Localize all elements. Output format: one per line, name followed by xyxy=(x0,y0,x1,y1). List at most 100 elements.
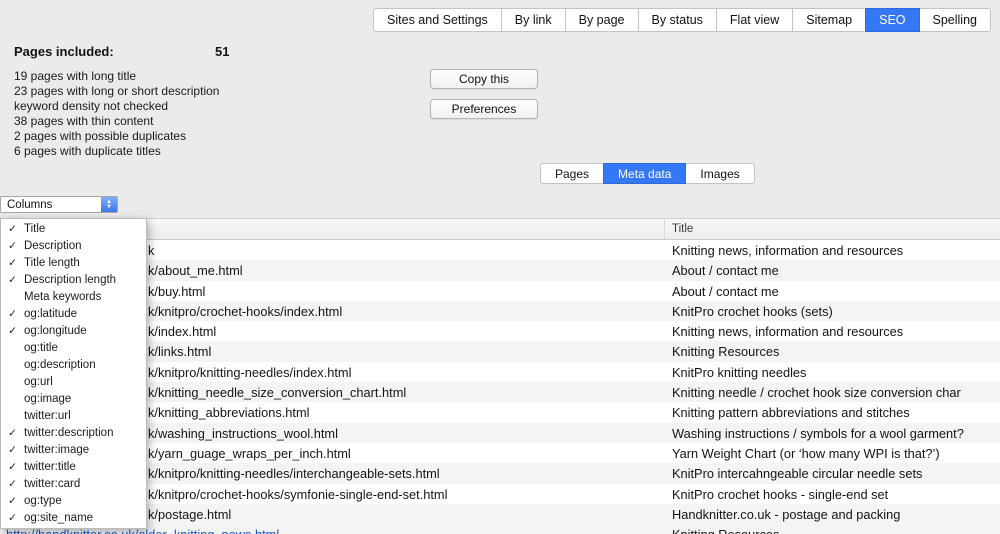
tab-sites-and-settings[interactable]: Sites and Settings xyxy=(373,8,502,32)
tab-by-status[interactable]: By status xyxy=(638,8,717,32)
menu-item-twitter-description[interactable]: ✓twitter:description xyxy=(1,425,146,442)
segment-images[interactable]: Images xyxy=(685,163,754,184)
menu-item-meta-keywords[interactable]: Meta keywords xyxy=(1,288,146,305)
menu-item-twitter-title[interactable]: ✓ twitter:title xyxy=(1,459,146,476)
menu-item-og-longitude[interactable]: ✓ og:longitude xyxy=(1,322,146,339)
menu-item-twitter-card[interactable]: ✓twitter:card xyxy=(1,476,146,493)
table-row[interactable]: k/washing_instructions_wool.html Washing … xyxy=(0,423,1000,443)
menu-item-og-description[interactable]: og:description xyxy=(1,356,146,373)
menu-item-label: Title length xyxy=(24,257,80,269)
menu-item-label: Description length xyxy=(24,274,116,286)
meta-data-table: k Knitting news, information and resource… xyxy=(0,240,1000,534)
copy-this-button[interactable]: Copy this xyxy=(430,69,538,89)
summary-line: 38 pages with thin content xyxy=(14,114,334,129)
segment-meta-data[interactable]: Meta data xyxy=(603,163,686,184)
menu-item-twitter-image[interactable]: ✓ twitter:image xyxy=(1,442,146,459)
menu-item-description[interactable]: ✓Description xyxy=(1,237,146,254)
menu-item-description-length[interactable]: ✓ Description length xyxy=(1,271,146,288)
tab-seo[interactable]: SEO xyxy=(865,8,919,32)
menu-item-label: og:latitude xyxy=(24,308,77,320)
tab-by-link[interactable]: By link xyxy=(501,8,566,32)
checkmark-icon: ✓ xyxy=(5,512,20,524)
title-cell: Yarn Weight Chart (or ‘how many WPI is t… xyxy=(672,446,940,461)
tab-by-page[interactable]: By page xyxy=(565,8,639,32)
title-cell: Knitting news, information and resources xyxy=(672,324,903,339)
data-view-segments: PagesMeta dataImages xyxy=(540,163,755,184)
columns-dropdown[interactable]: Columns ▲▼ xyxy=(0,196,118,213)
checkmark-icon: ✓ xyxy=(5,325,20,337)
columns-menu: ✓Title✓Description✓Title length✓Descript… xyxy=(0,218,147,529)
url-cell: k/knitpro/crochet-hooks/symfonie-single-… xyxy=(148,487,447,502)
menu-item-label: twitter:url xyxy=(24,410,71,422)
url-cell: k xyxy=(148,243,154,258)
menu-item-twitter-url[interactable]: twitter:url xyxy=(1,408,146,425)
menu-item-label: og:longitude xyxy=(24,325,87,337)
menu-item-title[interactable]: ✓Title xyxy=(1,220,146,237)
table-header: Title xyxy=(0,218,1000,240)
menu-item-label: og:image xyxy=(24,393,71,405)
url-cell: k/knitting_needle_size_conversion_chart.… xyxy=(148,385,406,400)
table-row[interactable]: k/index.htmlKnitting news, information a… xyxy=(0,321,1000,341)
checkmark-icon: ✓ xyxy=(5,240,20,252)
segment-pages[interactable]: Pages xyxy=(540,163,604,184)
table-row[interactable]: k/knitpro/crochet-hooks/symfonie-single-… xyxy=(0,484,1000,504)
checkmark-icon: ✓ xyxy=(5,444,20,456)
menu-item-og-site-name[interactable]: ✓og:site_name xyxy=(1,510,146,527)
tab-sitemap[interactable]: Sitemap xyxy=(792,8,866,32)
menu-item-label: twitter:title xyxy=(24,461,76,473)
checkmark-icon: ✓ xyxy=(5,274,20,286)
url-cell: k/buy.html xyxy=(148,284,205,299)
column-header-title[interactable]: Title xyxy=(672,223,693,235)
summary-line: 23 pages with long or short description xyxy=(14,84,334,99)
table-row[interactable]: k/buy.htmlAbout / contact me xyxy=(0,281,1000,301)
checkmark-icon: ✓ xyxy=(5,461,20,473)
url-cell: k/links.html xyxy=(148,344,211,359)
column-divider xyxy=(664,219,665,239)
url-cell: k/about_me.html xyxy=(148,263,243,278)
table-row-partial[interactable]: http://handknitter.co.uk/older_knitting_… xyxy=(0,524,1000,534)
table-row[interactable]: k/knitpro/crochet-hooks/index.htmlKnitPr… xyxy=(0,301,1000,321)
menu-item-label: og:type xyxy=(24,495,62,507)
app-window: Sites and SettingsBy linkBy pageBy statu… xyxy=(0,0,1000,534)
pages-included-label: Pages included: xyxy=(14,44,114,59)
menu-item-title-length[interactable]: ✓Title length xyxy=(1,254,146,271)
checkmark-icon: ✓ xyxy=(5,478,20,490)
url-cell: k/knitpro/knitting-needles/index.html xyxy=(148,365,351,380)
title-cell: Handknitter.co.uk - postage and packing xyxy=(672,507,900,522)
table-row[interactable]: k Knitting news, information and resource… xyxy=(0,240,1000,260)
menu-item-label: og:url xyxy=(24,376,53,388)
preferences-button[interactable]: Preferences xyxy=(430,99,538,119)
table-row[interactable]: k/knitpro/knitting-needles/interchangeab… xyxy=(0,463,1000,483)
menu-item-og-url[interactable]: og:url xyxy=(1,373,146,390)
url-cell: k/knitting_abbreviations.html xyxy=(148,405,309,420)
title-cell: Knitting pattern abbreviations and stitc… xyxy=(672,405,910,420)
menu-item-og-latitude[interactable]: ✓og:latitude xyxy=(1,305,146,322)
checkmark-icon: ✓ xyxy=(5,495,20,507)
url-cell: k/washing_instructions_wool.html xyxy=(148,426,338,441)
title-cell: About / contact me xyxy=(672,263,779,278)
summary-header: Pages included: 51 xyxy=(14,44,334,60)
table-row[interactable]: k/knitting_needle_size_conversion_chart.… xyxy=(0,382,1000,402)
title-cell: Knitting news, information and resources xyxy=(672,243,903,258)
tab-spelling[interactable]: Spelling xyxy=(919,8,991,32)
table-row[interactable]: k/links.html Knitting Resources xyxy=(0,341,1000,361)
table-row[interactable]: k/knitting_abbreviations.html Knitting pa… xyxy=(0,402,1000,422)
table-row[interactable]: k/yarn_guage_wraps_per_inch.htmlYarn Wei… xyxy=(0,443,1000,463)
menu-item-label: twitter:image xyxy=(24,444,89,456)
tab-flat-view[interactable]: Flat view xyxy=(716,8,793,32)
columns-dropdown-label: Columns xyxy=(7,199,52,211)
menu-item-og-type[interactable]: ✓ og:type xyxy=(1,493,146,510)
title-cell: KnitPro knitting needles xyxy=(672,365,806,380)
summary-line: keyword density not checked xyxy=(14,99,334,114)
menu-item-label: og:description xyxy=(24,359,96,371)
menu-item-og-title[interactable]: og:title xyxy=(1,339,146,356)
table-row[interactable]: k/postage.htmlHandknitter.co.uk - postag… xyxy=(0,504,1000,524)
menu-item-label: Title xyxy=(24,223,45,235)
title-cell: Washing instructions / symbols for a woo… xyxy=(672,426,964,441)
title-cell: Knitting Resources xyxy=(672,344,779,359)
summary-lines: 19 pages with long title23 pages with lo… xyxy=(14,69,334,159)
table-row[interactable]: k/about_me.html About / contact me xyxy=(0,260,1000,280)
table-row[interactable]: k/knitpro/knitting-needles/index.html Kni… xyxy=(0,362,1000,382)
title-cell: KnitPro crochet hooks (sets) xyxy=(672,304,833,319)
menu-item-og-image[interactable]: og:image xyxy=(1,390,146,407)
